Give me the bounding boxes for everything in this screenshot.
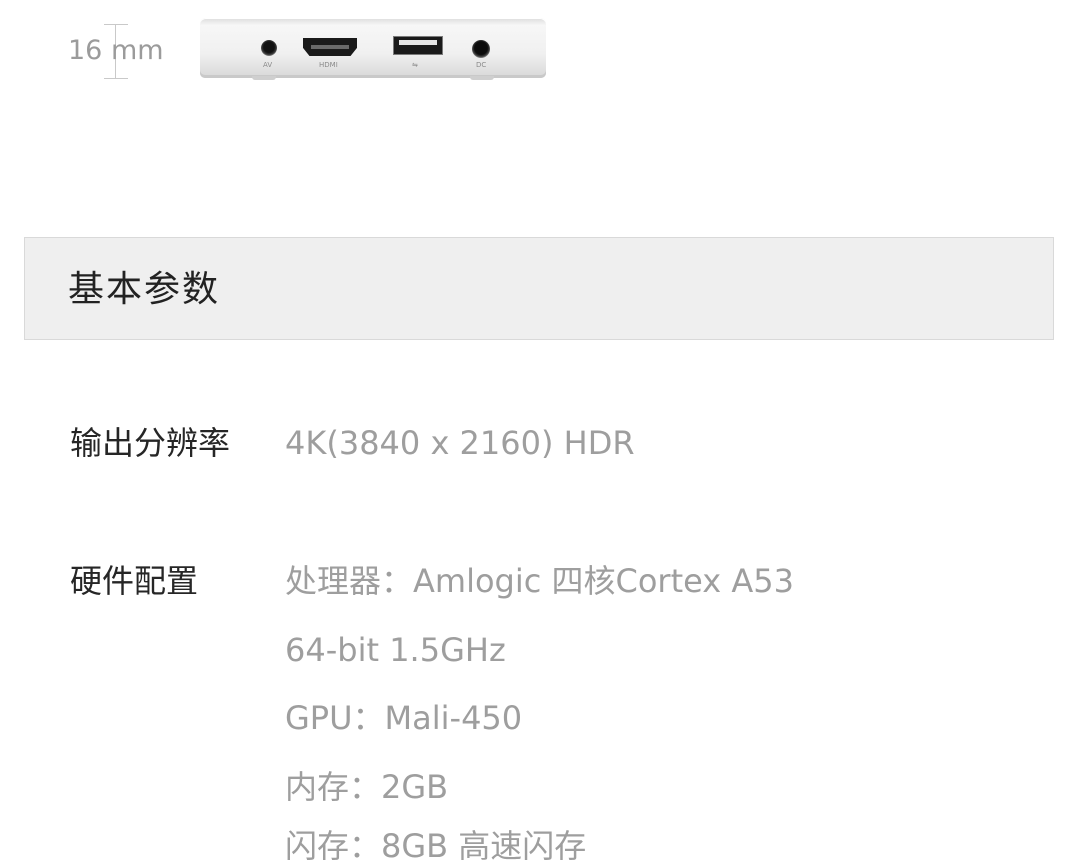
device-foot-right (470, 76, 494, 80)
device-body: AV HDMI ⇋ DC (200, 18, 546, 78)
av-port-label: AV (263, 61, 273, 69)
spec-value-memory: 内存：2GB (285, 768, 449, 806)
device-foot-left (252, 76, 276, 80)
dimension-tick-bottom (104, 78, 128, 79)
usb-port-icon (393, 36, 443, 55)
dimension-tick-top (104, 24, 128, 25)
spec-value-output-resolution: 4K(3840 x 2160) HDR (285, 424, 635, 462)
spec-value-gpu: GPU：Mali-450 (285, 699, 523, 737)
spec-label-hardware: 硬件配置 (70, 562, 199, 600)
spec-value-processor: 处理器：Amlogic 四核Cortex A53 (285, 562, 794, 600)
dc-port-icon (472, 40, 490, 58)
hdmi-port-label: HDMI (319, 61, 338, 69)
spec-value-storage: 闪存：8GB 高速闪存 (285, 827, 587, 865)
section-header: 基本参数 (24, 237, 1054, 340)
thickness-dimension: 16 mm (66, 20, 166, 84)
spec-value-cpu-details: 64-bit 1.5GHz (285, 631, 506, 669)
device-side-view-image: AV HDMI ⇋ DC (200, 14, 546, 82)
av-port-icon (261, 40, 277, 56)
dimension-label: 16 mm (68, 35, 164, 66)
dc-port-label: DC (476, 61, 487, 69)
hdmi-port-icon (303, 38, 357, 56)
spec-label-output-resolution: 输出分辨率 (70, 424, 231, 462)
section-title: 基本参数 (68, 269, 221, 310)
usb-port-label: ⇋ (412, 61, 418, 69)
